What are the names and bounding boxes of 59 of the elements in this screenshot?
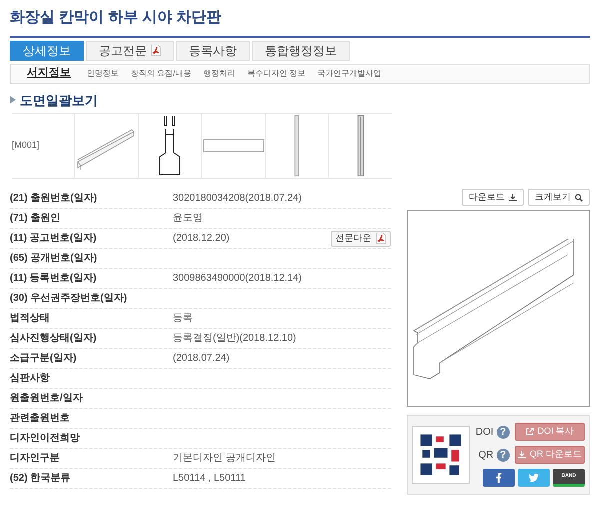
triangle-icon [10,96,16,104]
field-value: 등록결정(일반)(2018.12.10) [173,332,296,346]
help-icon[interactable]: ? [496,426,510,438]
facebook-icon [494,473,504,483]
tab[interactable]: 등록사항 [176,40,250,60]
field-label: 심사진행상태(일자) [10,332,98,346]
field-label: 디자인구분 [10,452,61,466]
full-text-download-button[interactable]: 전문다운 [330,230,391,246]
field-label: (65) 공개번호(일자) [10,252,98,266]
qr-code-icon[interactable] [412,426,470,484]
tab[interactable]: 상세정보 [10,40,84,60]
page-title: 화장실 칸막이 하부 시야 차단판 [10,8,223,28]
field-label: 소급구분(일자) [10,352,78,366]
external-link-icon [526,428,534,436]
enlarge-button[interactable]: 크게보기 [528,189,590,206]
section-heading: 도면일괄보기 [20,92,98,110]
tab[interactable]: 통합행정정보 [252,40,350,60]
help-icon[interactable]: ? [496,448,510,462]
download-button[interactable]: 다운로드 [462,189,524,206]
sub-tab[interactable]: 복수디자인 정보 [247,68,306,80]
sub-tab[interactable]: 서지정보 [27,65,71,82]
field-label: (21) 출원번호(일자) [10,192,98,206]
download-icon [518,451,526,459]
field-value: 기본디자인 공개디자인 [173,452,276,466]
field-value: 3009863490000(2018.12.14) [173,272,302,286]
drawing-code: [M001] [12,139,40,152]
field-value: (2018.07.24) [173,352,230,366]
facebook-button[interactable] [483,469,515,487]
field-label: 원출원번호/일자 [10,392,84,406]
twitter-button[interactable] [518,469,550,487]
field-value: 3020180034208(2018.07.24) [173,192,302,206]
download-icon [509,194,517,202]
field-value: 윤도영 [173,212,203,226]
sub-tab[interactable]: 인명정보 [87,68,119,80]
tab[interactable]: 공고전문 [86,40,174,60]
field-label: 법적상태 [10,312,51,326]
field-label: 관련출원번호 [10,412,71,426]
field-label: 디자인이전희망 [10,432,81,446]
field-label: (30) 우선권주장번호(일자) [10,292,128,306]
field-value: 등록 [173,312,193,326]
field-label: (11) 공고번호(일자) [10,232,98,246]
qr-label: QR [478,448,494,462]
side-view-drawing[interactable] [294,115,300,177]
field-label: (71) 출원인 [10,212,62,226]
sub-tab[interactable]: 국가연구개발사업 [318,68,382,80]
plan-view-drawing[interactable] [202,139,264,153]
twitter-icon [529,473,539,483]
pdf-icon [376,233,386,244]
sub-tab[interactable]: 창작의 요점/내용 [131,68,192,80]
search-icon [575,194,583,202]
field-label: (52) 한국분류 [10,472,72,486]
sub-tab[interactable]: 행정처리 [203,68,236,80]
field-value: L50114 , L50111 [173,472,246,486]
doi-label: DOI [476,426,494,440]
field-label: (11) 등록번호(일자) [10,272,98,286]
section-profile-drawing[interactable] [158,115,182,177]
end-view-drawing[interactable] [356,115,364,177]
field-label: 심판사항 [10,372,51,386]
field-value: (2018.12.20) [173,232,230,246]
